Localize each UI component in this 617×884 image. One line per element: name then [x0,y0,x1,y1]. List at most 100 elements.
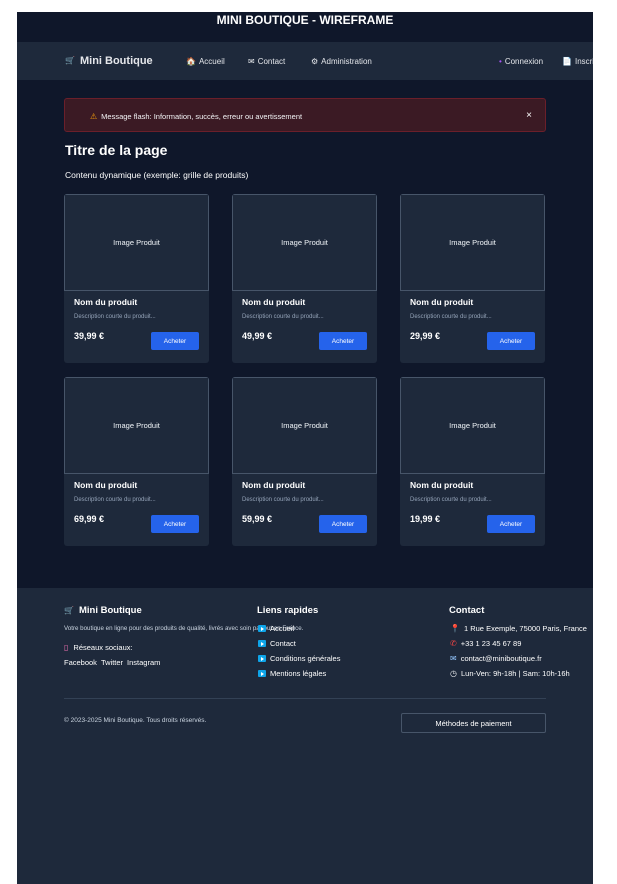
product-description: Description courte du produit... [74,314,156,320]
nav-link-connexion[interactable]: • Connexion [499,57,543,66]
product-name: Nom du produit [242,297,306,307]
phone-icon: ✆ [450,638,457,648]
person-icon: • [499,56,502,66]
envelope-icon: ✉ [248,56,255,66]
product-card: Image Produit Nom du produit Description… [400,377,545,546]
buy-button[interactable]: Acheter [319,332,367,350]
quick-link-label: Mentions légales [270,669,327,678]
product-price: 49,99 € [242,331,273,341]
nav-link-label: Connexion [504,57,544,66]
nav-link-label: Accueil [198,57,225,66]
social-title: ▯ Réseaux sociaux: [64,643,133,652]
footer-divider [64,698,546,699]
product-image-label: Image Produit [113,238,160,247]
footer-brand-label: Mini Boutique [78,605,142,616]
product-description: Description courte du produit... [410,314,492,320]
nav-link-administration[interactable]: ⚙ Administration [311,57,372,66]
product-grid: Image Produit Nom du produit Description… [64,194,546,546]
navbar-brand-label: Mini Boutique [79,55,153,67]
buy-button[interactable]: Acheter [151,332,199,350]
product-image[interactable]: Image Produit [64,377,209,474]
social-link-twitter[interactable]: Twitter [101,658,123,667]
product-description: Description courte du produit... [242,497,324,503]
nav-link-label: Contact [257,57,286,66]
product-price: 29,99 € [410,331,441,341]
buy-button[interactable]: Acheter [487,515,535,533]
product-name: Nom du produit [242,480,306,490]
footer: 🛒 Mini Boutique Votre boutique en ligne … [17,588,593,884]
nav-link-inscription[interactable]: 📄 Inscription [562,57,593,66]
product-name: Nom du produit [410,480,474,490]
envelope-icon: ✉ [450,653,457,663]
app-frame: MINI BOUTIQUE - WIREFRAME 🛒 Mini Boutiqu… [17,12,593,884]
contact-hours-label: Lun-Ven: 9h-18h | Sam: 10h-16h [460,669,570,678]
close-icon[interactable]: × [526,110,532,121]
social-link-instagram[interactable]: Instagram [127,658,160,667]
buy-button[interactable]: Acheter [151,515,199,533]
top-navbar: 🛒 Mini Boutique 🏠 Accueil ✉ Contact ⚙ Ad… [17,42,593,80]
product-price: 59,99 € [242,514,273,524]
buy-button[interactable]: Acheter [319,515,367,533]
buy-button[interactable]: Acheter [487,332,535,350]
play-icon [258,655,266,662]
product-card: Image Produit Nom du produit Description… [64,377,209,546]
cart-icon: 🛒 [65,56,75,65]
document-icon: 📄 [562,56,572,66]
contact-hours: ◷ Lun-Ven: 9h-18h | Sam: 10h-16h [450,669,587,678]
map-pin-icon: 📍 [450,623,460,633]
contact-title: Contact [449,605,485,616]
social-link-facebook[interactable]: Facebook [64,658,97,667]
product-name: Nom du produit [74,297,138,307]
product-price: 19,99 € [410,514,441,524]
phone-device-icon: ▯ [64,642,69,652]
navbar-brand[interactable]: 🛒 Mini Boutique [65,55,153,67]
copyright: © 2023-2025 Mini Boutique. Tous droits r… [64,717,207,724]
contact-email-label: contact@miniboutique.fr [460,654,542,663]
banner-title: MINI BOUTIQUE - WIREFRAME [216,13,394,27]
warning-icon: ⚠ [90,111,98,121]
flash-message: ⚠ Message flash: Information, succès, er… [64,98,546,132]
nav-link-accueil[interactable]: 🏠 Accueil [186,57,225,66]
quick-link-mentions[interactable]: Mentions légales [258,669,340,678]
product-image[interactable]: Image Produit [400,194,545,291]
product-description: Description courte du produit... [74,497,156,503]
quick-link-contact[interactable]: Contact [258,639,340,648]
product-image-label: Image Produit [113,421,160,430]
page-title: Titre de la page [65,142,168,158]
product-image[interactable]: Image Produit [232,194,377,291]
product-price: 69,99 € [74,514,105,524]
product-image[interactable]: Image Produit [400,377,545,474]
cart-icon: 🛒 [64,605,74,615]
contact-list: 📍 1 Rue Exemple, 75000 Paris, France ✆ +33… [450,624,587,678]
wireframe-banner: MINI BOUTIQUE - WIREFRAME [17,12,593,30]
contact-address: 📍 1 Rue Exemple, 75000 Paris, France [450,624,587,633]
product-image[interactable]: Image Produit [232,377,377,474]
product-name: Nom du produit [410,297,474,307]
play-icon [258,640,266,647]
product-image-label: Image Produit [449,238,496,247]
quick-links-list: Accueil Contact Conditions générales Men… [258,624,340,678]
flash-text: Message flash: Information, succès, erre… [101,112,303,121]
product-image[interactable]: Image Produit [64,194,209,291]
play-icon [258,670,266,677]
quick-link-conditions[interactable]: Conditions générales [258,654,340,663]
play-icon [258,625,266,632]
payment-methods-button[interactable]: Méthodes de paiement [401,713,546,733]
contact-phone-label: +33 1 23 45 67 89 [460,639,522,648]
product-image-label: Image Produit [281,421,328,430]
contact-phone: ✆ +33 1 23 45 67 89 [450,639,587,648]
contact-email[interactable]: ✉ contact@miniboutique.fr [450,654,587,663]
nav-link-label: Administration [321,57,372,66]
house-icon: 🏠 [186,56,196,66]
quick-links-title: Liens rapides [257,605,319,616]
page-subtitle: Contenu dynamique (exemple: grille de pr… [65,170,249,180]
social-title-label: Réseaux sociaux: [73,643,133,652]
product-image-label: Image Produit [281,238,328,247]
product-price: 39,99 € [74,331,105,341]
quick-link-accueil[interactable]: Accueil [258,624,340,633]
nav-link-contact[interactable]: ✉ Contact [248,57,285,66]
footer-brand: 🛒 Mini Boutique [64,605,142,616]
product-name: Nom du produit [74,480,138,490]
product-description: Description courte du produit... [410,497,492,503]
quick-link-label: Conditions générales [270,654,341,663]
